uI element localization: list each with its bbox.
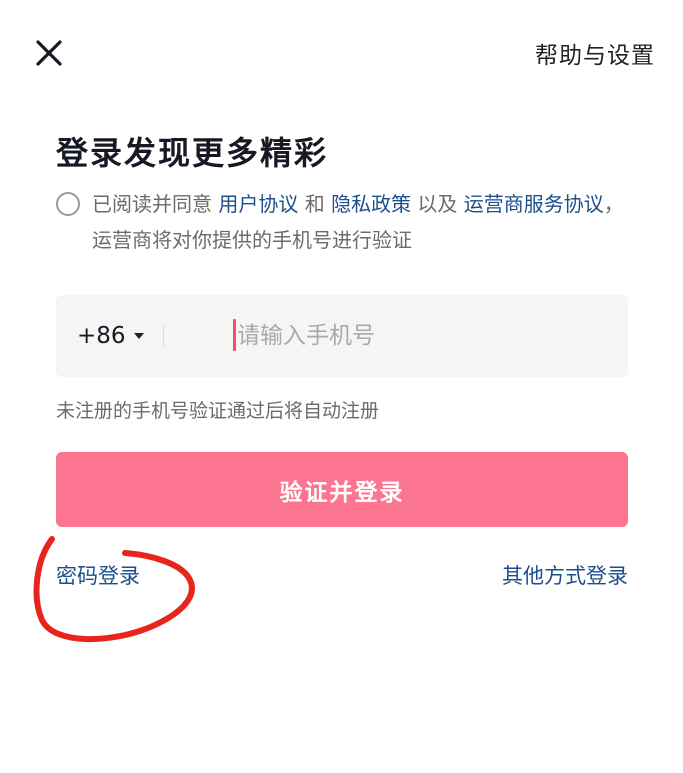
divider (163, 325, 164, 347)
other-login-link[interactable]: 其他方式登录 (502, 560, 628, 590)
close-icon[interactable] (36, 40, 62, 66)
country-code-selector[interactable]: +86 (77, 295, 144, 377)
verify-login-button[interactable]: 验证并登录 (56, 452, 628, 527)
privacy-policy-link[interactable]: 隐私政策 (331, 192, 411, 216)
phone-input-box: +86 (56, 295, 628, 377)
agreement-row: 已阅读并同意 用户协议 和 隐私政策 以及 运营商服务协议，运营商将对你提供的手… (56, 186, 636, 258)
agreement-and-also: 以及 (411, 192, 464, 216)
user-agreement-link[interactable]: 用户协议 (218, 192, 298, 216)
agreement-text: 已阅读并同意 用户协议 和 隐私政策 以及 运营商服务协议，运营商将对你提供的手… (92, 186, 636, 258)
agreement-and: 和 (298, 192, 332, 216)
caret-down-icon (133, 333, 144, 339)
close-button[interactable] (30, 34, 68, 72)
country-code-label: +86 (77, 323, 126, 349)
phone-input[interactable] (237, 295, 617, 377)
login-page: 帮助与设置 登录发现更多精彩 已阅读并同意 用户协议 和 隐私政策 以及 运营商… (0, 0, 683, 773)
carrier-service-link[interactable]: 运营商服务协议 (464, 192, 604, 216)
agree-radio[interactable] (56, 192, 80, 216)
text-cursor (233, 319, 236, 351)
password-login-link[interactable]: 密码登录 (56, 560, 140, 590)
help-settings-link[interactable]: 帮助与设置 (535, 36, 655, 70)
register-hint: 未注册的手机号验证通过后将自动注册 (56, 400, 380, 422)
page-title: 登录发现更多精彩 (56, 134, 329, 172)
agreement-prefix: 已阅读并同意 (92, 192, 219, 216)
